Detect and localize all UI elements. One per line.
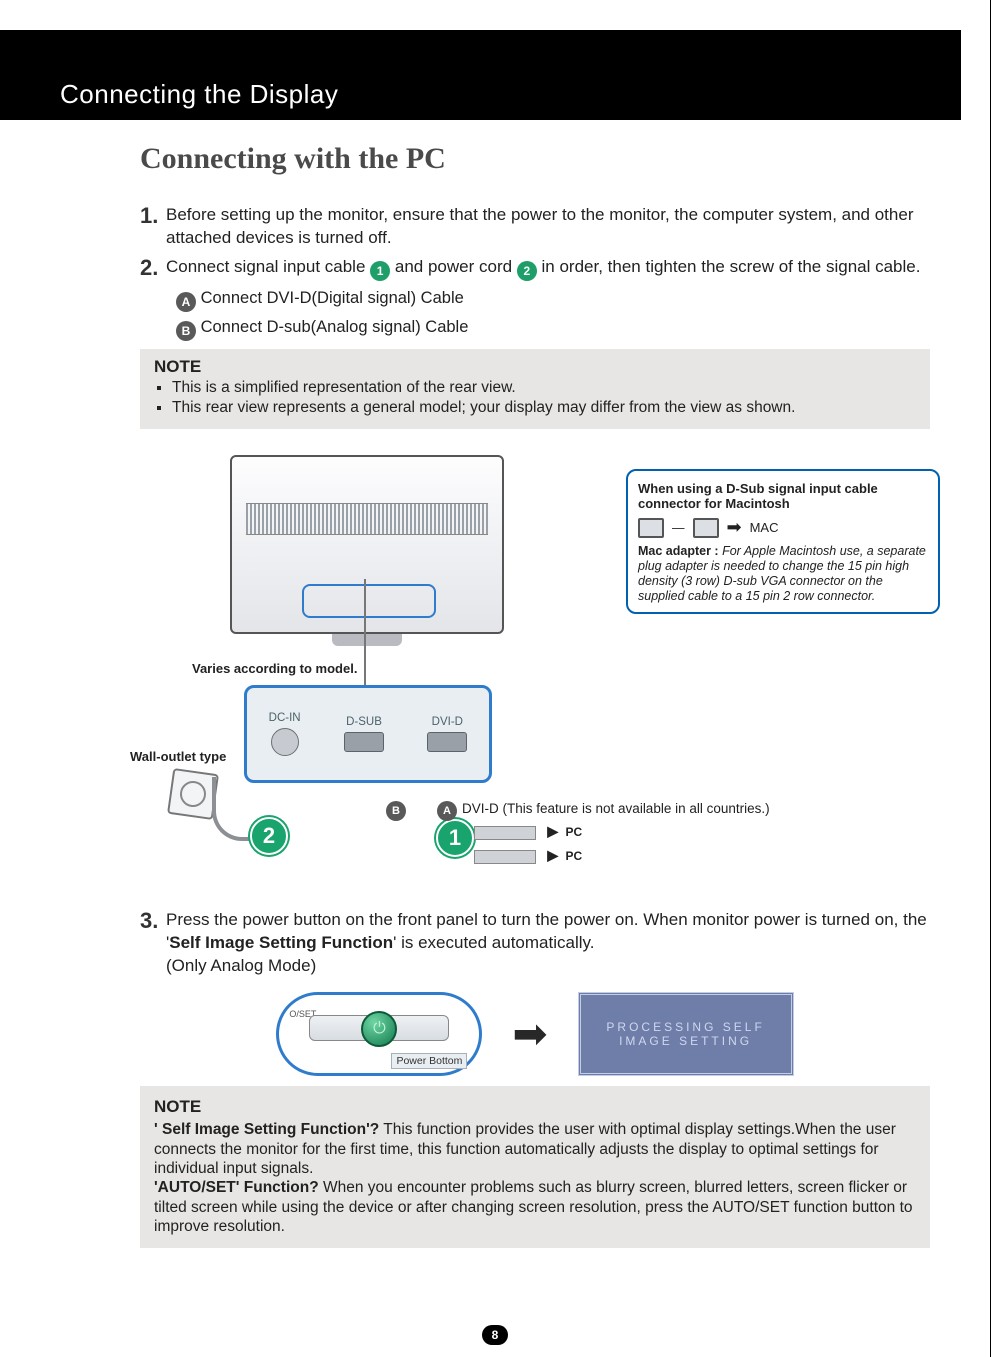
- power-button-label: Power Bottom: [391, 1053, 467, 1069]
- mac-callout-box: When using a D-Sub signal input cable co…: [626, 469, 940, 614]
- power-button-icon: ⏻: [361, 1011, 397, 1047]
- step-3-text-c: (Only Analog Mode): [166, 956, 316, 975]
- page-number: 8: [482, 1325, 508, 1345]
- arrow-right-large-icon: ➡: [512, 1009, 547, 1058]
- step3-illustration: O/SET ⏻ Power Bottom ➡ PROCESSING SELF I…: [140, 992, 930, 1076]
- step-2-text-a: Connect signal input cable: [166, 257, 370, 276]
- port-dvid-label: DVI-D: [427, 716, 467, 728]
- step-3-text-b: ' is executed automatically.: [393, 933, 594, 952]
- monitor-rear-view: [230, 455, 504, 634]
- step-2: 2. Connect signal input cable 1 and powe…: [140, 256, 930, 341]
- step-1-text: Before setting up the monitor, ensure th…: [166, 204, 930, 250]
- diagram-badge-2: 2: [250, 817, 288, 855]
- connection-diagram: Varies according to model. When using a …: [140, 449, 930, 909]
- front-panel-oval: O/SET ⏻ Power Bottom: [276, 992, 482, 1076]
- monitor-port-outline: [302, 584, 436, 618]
- port-dsub: D-SUB: [344, 716, 384, 752]
- mac-desc-bold: Mac adapter :: [638, 544, 722, 558]
- cable-connector-icon: [474, 850, 536, 864]
- mac-adapter-icon: [693, 518, 719, 538]
- pc-label-1: PC: [565, 825, 582, 839]
- dvi-availability-note: DVI-D (This feature is not available in …: [462, 801, 770, 816]
- mac-label: MAC: [750, 520, 779, 535]
- dc-jack-icon: [271, 728, 299, 756]
- step-3-number: 3.: [140, 906, 158, 936]
- note2-title: NOTE: [154, 1096, 916, 1117]
- section-title: Connecting with the PC: [140, 142, 930, 176]
- osd-line1: PROCESSING SELF: [606, 1020, 764, 1034]
- step-3: 3. Press the power button on the front p…: [140, 909, 930, 978]
- pc-label-2: PC: [565, 849, 582, 863]
- varies-label: Varies according to model.: [192, 661, 357, 676]
- note-box-1: NOTE This is a simplified representation…: [140, 349, 930, 429]
- diagram-badge-b: B: [386, 801, 406, 821]
- header-title: Connecting the Display: [60, 79, 338, 110]
- inline-badge-2: 2: [517, 261, 537, 281]
- sub-badge-a: A: [176, 292, 196, 312]
- arrow-right-small-icon: ▶: [547, 823, 558, 839]
- monitor-vent: [246, 503, 488, 535]
- dsub-connector-icon: [638, 518, 664, 538]
- step-3-bold: Self Image Setting Function: [169, 933, 393, 952]
- step-2-text-c: in order, then tighten the screw of the …: [542, 257, 921, 276]
- osd-line2: IMAGE SETTING: [619, 1034, 752, 1048]
- diagram-badge-1: 1: [436, 819, 474, 857]
- step-2-text-b: and power cord: [395, 257, 517, 276]
- sub-b-text: Connect D-sub(Analog signal) Cable: [201, 318, 469, 336]
- note1-title: NOTE: [154, 357, 916, 377]
- inline-badge-1: 1: [370, 261, 390, 281]
- dsub-jack-icon: [344, 732, 384, 752]
- sub-badge-b: B: [176, 321, 196, 341]
- sub-a-text: Connect DVI-D(Digital signal) Cable: [201, 289, 464, 307]
- note-box-2: NOTE ' Self Image Setting Function'? Thi…: [140, 1086, 930, 1249]
- cable-connector-icon: [474, 826, 536, 840]
- wall-outlet-label: Wall-outlet type: [130, 749, 226, 764]
- port-dc-label: DC-IN: [269, 712, 301, 724]
- step-1-number: 1.: [140, 201, 158, 231]
- header-bar: Connecting the Display: [0, 30, 961, 120]
- port-dc-in: DC-IN: [269, 712, 301, 756]
- dvid-jack-icon: [427, 732, 467, 752]
- port-dsub-label: D-SUB: [344, 716, 384, 728]
- note2-q1-bold: ' Self Image Setting Function'?: [154, 1121, 379, 1138]
- port-dvid: DVI-D: [427, 716, 467, 752]
- osd-message-box: PROCESSING SELF IMAGE SETTING: [578, 992, 794, 1076]
- arrow-right-small-icon: ▶: [547, 847, 558, 863]
- mac-callout-title: When using a D-Sub signal input cable co…: [638, 481, 928, 511]
- lead-line: [364, 579, 366, 687]
- note1-item-0: This is a simplified representation of t…: [172, 379, 916, 397]
- note2-q2-bold: 'AUTO/SET' Function?: [154, 1179, 319, 1196]
- step-2-number: 2.: [140, 253, 158, 283]
- step-1: 1. Before setting up the monitor, ensure…: [140, 204, 930, 250]
- port-panel: DC-IN D-SUB DVI-D: [244, 685, 492, 783]
- note1-item-1: This rear view represents a general mode…: [172, 399, 916, 417]
- arrow-right-icon: ➡: [727, 517, 742, 538]
- diagram-badge-a: A: [437, 801, 457, 821]
- dash-icon: —: [672, 521, 685, 535]
